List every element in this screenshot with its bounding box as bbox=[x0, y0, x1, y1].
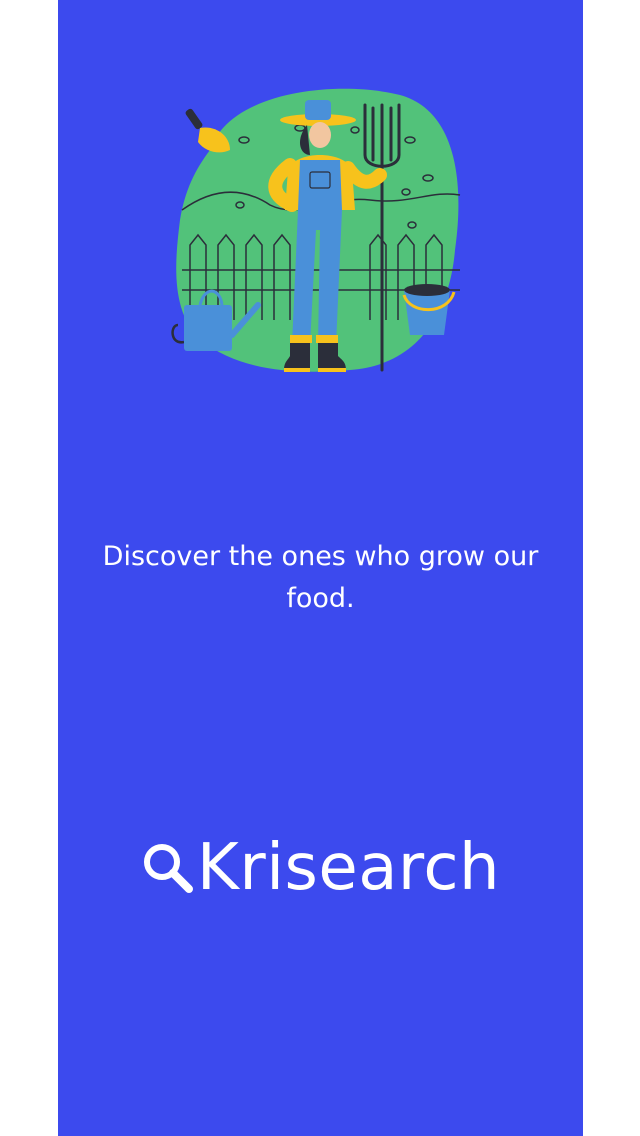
splash-screen: Discover the ones who grow our food. Kri… bbox=[58, 0, 583, 1136]
farmer-illustration bbox=[171, 88, 461, 372]
search-icon bbox=[143, 844, 193, 893]
onboarding-tagline: Discover the ones who grow our food. bbox=[102, 541, 539, 614]
brand-name: Krisearch bbox=[196, 831, 501, 905]
brand-logo: Krisearch bbox=[58, 828, 583, 908]
bucket-icon bbox=[402, 284, 456, 335]
